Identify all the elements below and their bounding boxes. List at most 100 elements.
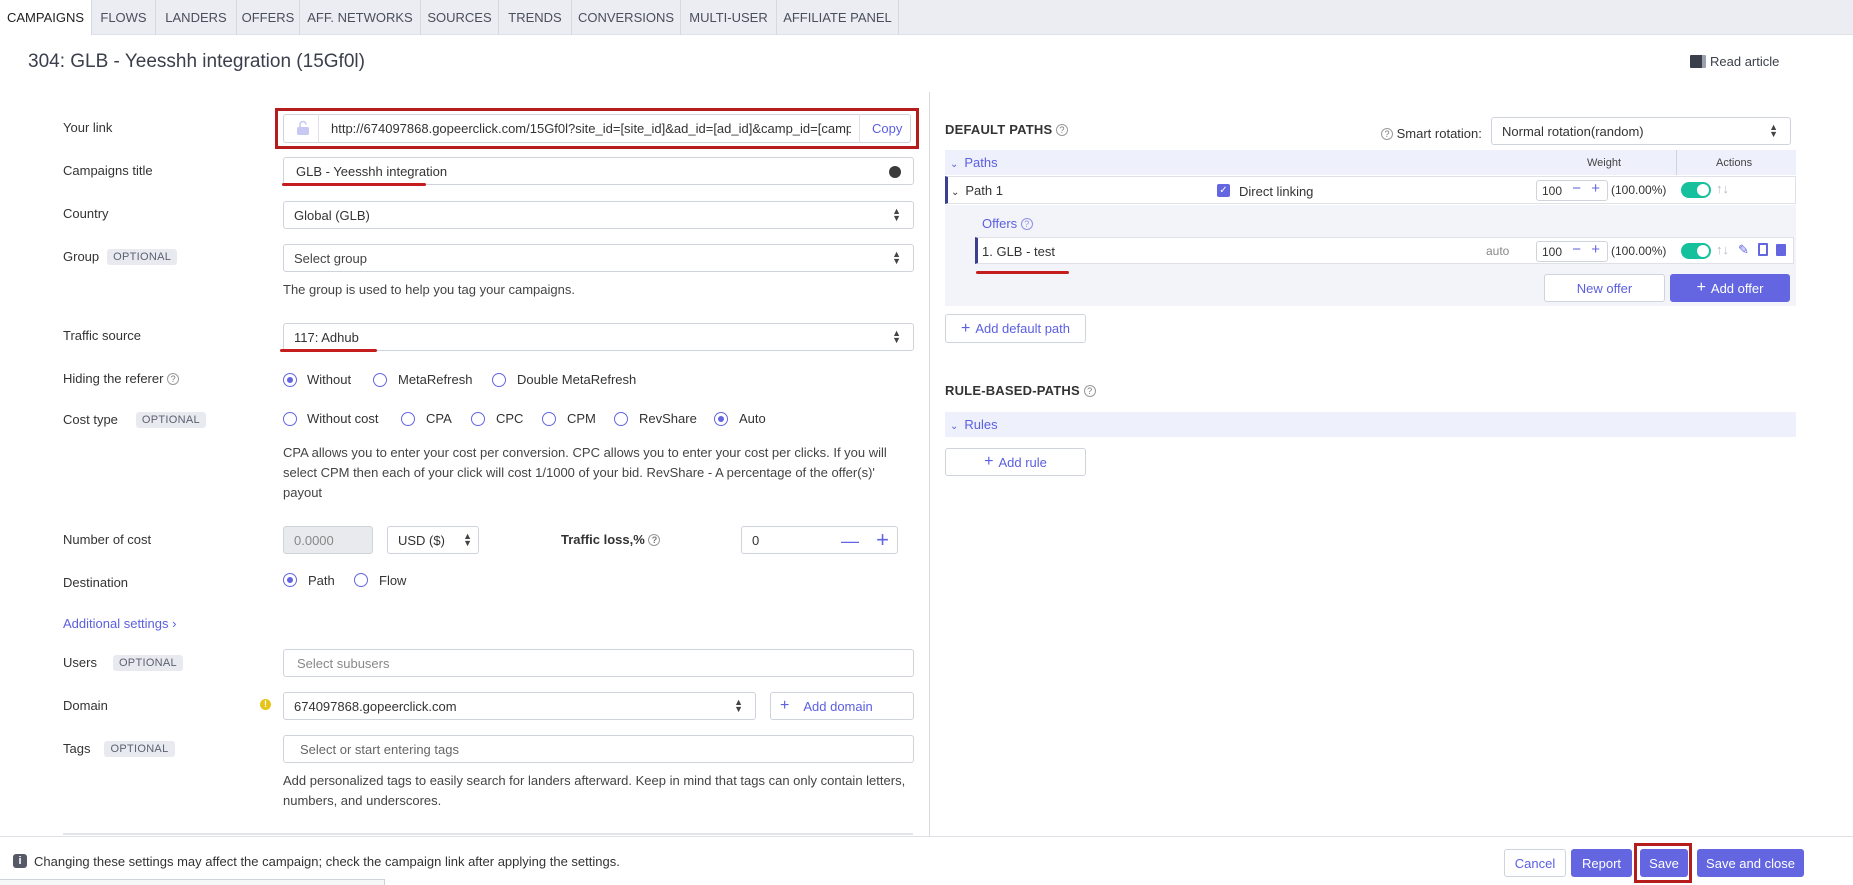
help-icon[interactable]: ? [1083,385,1096,397]
tags-input[interactable]: Select or start entering tags [283,735,914,763]
radio-auto-label: Auto [739,411,766,426]
cost-input[interactable]: 0.0000 [283,526,373,554]
number-of-cost-label: Number of cost [63,532,152,547]
tab-multi-user[interactable]: MULTI-USER [681,0,777,35]
traffic-loss-input[interactable]: 0 — + [741,526,898,554]
minus-icon[interactable]: − [1572,241,1581,258]
link-text: http://674097868.gopeerclick.com/15Gf0l?… [331,121,851,136]
radio-metarefresh[interactable] [373,373,387,387]
offer-weight-stepper[interactable]: 100 − + [1536,241,1608,262]
currency-value: USD ($) [398,532,445,548]
tab-sources[interactable]: SOURCES [421,0,499,35]
add-domain-button[interactable]: + Add domain [770,692,914,720]
country-select[interactable]: Global (GLB) ▲ ▼ [283,201,914,229]
domain-select[interactable]: 674097868.gopeerclick.com ▲ ▼ [283,692,756,720]
tab-conversions[interactable]: CONVERSIONS [572,0,681,35]
offer-1-name[interactable]: 1. GLB - test [982,244,1055,259]
warning-icon[interactable]: ! [260,699,271,710]
edit-icon[interactable]: ✎ [1738,242,1749,258]
add-default-path-button[interactable]: + Add default path [945,314,1086,343]
radio-cpa[interactable] [401,412,415,426]
copy-icon[interactable] [1758,243,1768,256]
tab-offers[interactable]: OFFERS [237,0,300,35]
trash-icon[interactable] [1776,244,1786,256]
tab-affiliate-panel[interactable]: AFFILIATE PANEL [777,0,899,35]
paths-header[interactable]: ⌄ Paths [950,155,998,170]
country-label: Country [63,206,109,221]
radio-revshare[interactable] [614,412,628,426]
smart-rotation-select[interactable]: Normal rotation(random) ▲ ▼ [1491,117,1791,145]
traffic-source-select[interactable]: 117: Adhub ▲ ▼ [283,323,914,351]
save-and-close-button[interactable]: Save and close [1697,849,1804,877]
radio-path[interactable] [283,573,297,587]
radio-flow[interactable] [354,573,368,587]
rules-header[interactable]: ⌄ Rules [950,417,998,432]
radio-cpc[interactable] [471,412,485,426]
add-rule-button[interactable]: + Add rule [945,448,1086,476]
help-icon[interactable]: ? [1020,218,1033,230]
title-underline [282,183,426,186]
copy-separator [859,114,860,143]
help-icon[interactable]: ? [167,373,180,385]
copy-button[interactable]: Copy [872,121,902,136]
footer-bar: i Changing these settings may affect the… [0,836,1853,885]
actions-header: Actions [1716,157,1753,169]
minus-icon[interactable]: − [1572,180,1581,197]
move-arrows-icon[interactable]: ↑↓ [1716,181,1729,196]
radio-double-metarefresh-label: Double MetaRefresh [517,372,637,387]
radio-double-metarefresh[interactable] [492,373,506,387]
offer-toggle[interactable] [1681,243,1711,259]
cost-help-text: CPA allows you to enter your cost per co… [283,445,887,500]
plus-icon[interactable]: + [1591,241,1600,258]
radio-revshare-label: RevShare [639,411,697,426]
select-arrows-icon: ▲ ▼ [892,249,901,266]
cancel-button[interactable]: Cancel [1504,849,1566,877]
add-offer-button[interactable]: + Add offer [1670,274,1790,302]
read-article-link[interactable]: Read article [1690,54,1779,69]
tab-landers[interactable]: LANDERS [156,0,237,35]
select-arrows-icon: ▲ ▼ [892,206,901,223]
traffic-loss-value: 0 [752,532,760,548]
campaign-title-input[interactable]: GLB - Yeesshh integration [283,157,914,185]
path-toggle[interactable] [1681,182,1711,198]
tab-trends[interactable]: TRENDS [499,0,572,35]
path-row[interactable] [945,176,1796,204]
plus-icon[interactable]: + [876,527,889,553]
report-button[interactable]: Report [1571,849,1632,877]
your-link-field[interactable]: http://674097868.gopeerclick.com/15Gf0l?… [283,114,911,143]
tab-campaigns[interactable]: CAMPAIGNS [0,0,92,35]
offers-header: Offers ? [982,216,1033,231]
chevron-right-icon: › [172,616,177,631]
footer-notice: Changing these settings may affect the c… [34,854,620,869]
smart-rotation-label: ? Smart rotation: [1381,126,1482,141]
column-divider [929,92,930,838]
plus-icon[interactable]: + [1591,180,1600,197]
new-offer-button[interactable]: New offer [1544,274,1665,302]
path-1-name[interactable]: ⌄ Path 1 [951,183,1003,198]
tab-aff-networks[interactable]: AFF. NETWORKS [300,0,421,35]
users-select[interactable]: Select subusers [283,649,914,677]
direct-linking-checkbox[interactable]: ✓ [1217,184,1230,197]
radio-without[interactable] [283,373,297,387]
help-icon[interactable]: ? [1381,128,1393,140]
path-weight-stepper[interactable]: 100 − + [1536,180,1608,201]
unlock-icon[interactable] [296,120,310,136]
radio-without-cost[interactable] [283,412,297,426]
color-dot-icon[interactable] [889,166,901,178]
info-icon: i [13,854,27,868]
tab-flows[interactable]: FLOWS [92,0,156,35]
minus-icon[interactable]: — [841,531,859,552]
help-icon[interactable]: ? [648,534,661,546]
additional-settings-link[interactable]: Additional settings › [63,616,176,631]
radio-auto[interactable] [714,412,728,426]
group-placeholder: Select group [294,250,367,266]
group-select[interactable]: Select group ▲ ▼ [283,244,914,272]
move-arrows-icon[interactable]: ↑↓ [1716,242,1729,257]
hiding-referer-label: Hiding the referer ? [63,371,180,386]
traffic-source-label: Traffic source [63,328,142,343]
help-icon[interactable]: ? [1056,124,1069,136]
offer-row[interactable] [975,237,1794,264]
currency-select[interactable]: USD ($) ▲ ▼ [387,526,479,554]
radio-cpm[interactable] [542,412,556,426]
radio-path-label: Path [308,573,335,588]
